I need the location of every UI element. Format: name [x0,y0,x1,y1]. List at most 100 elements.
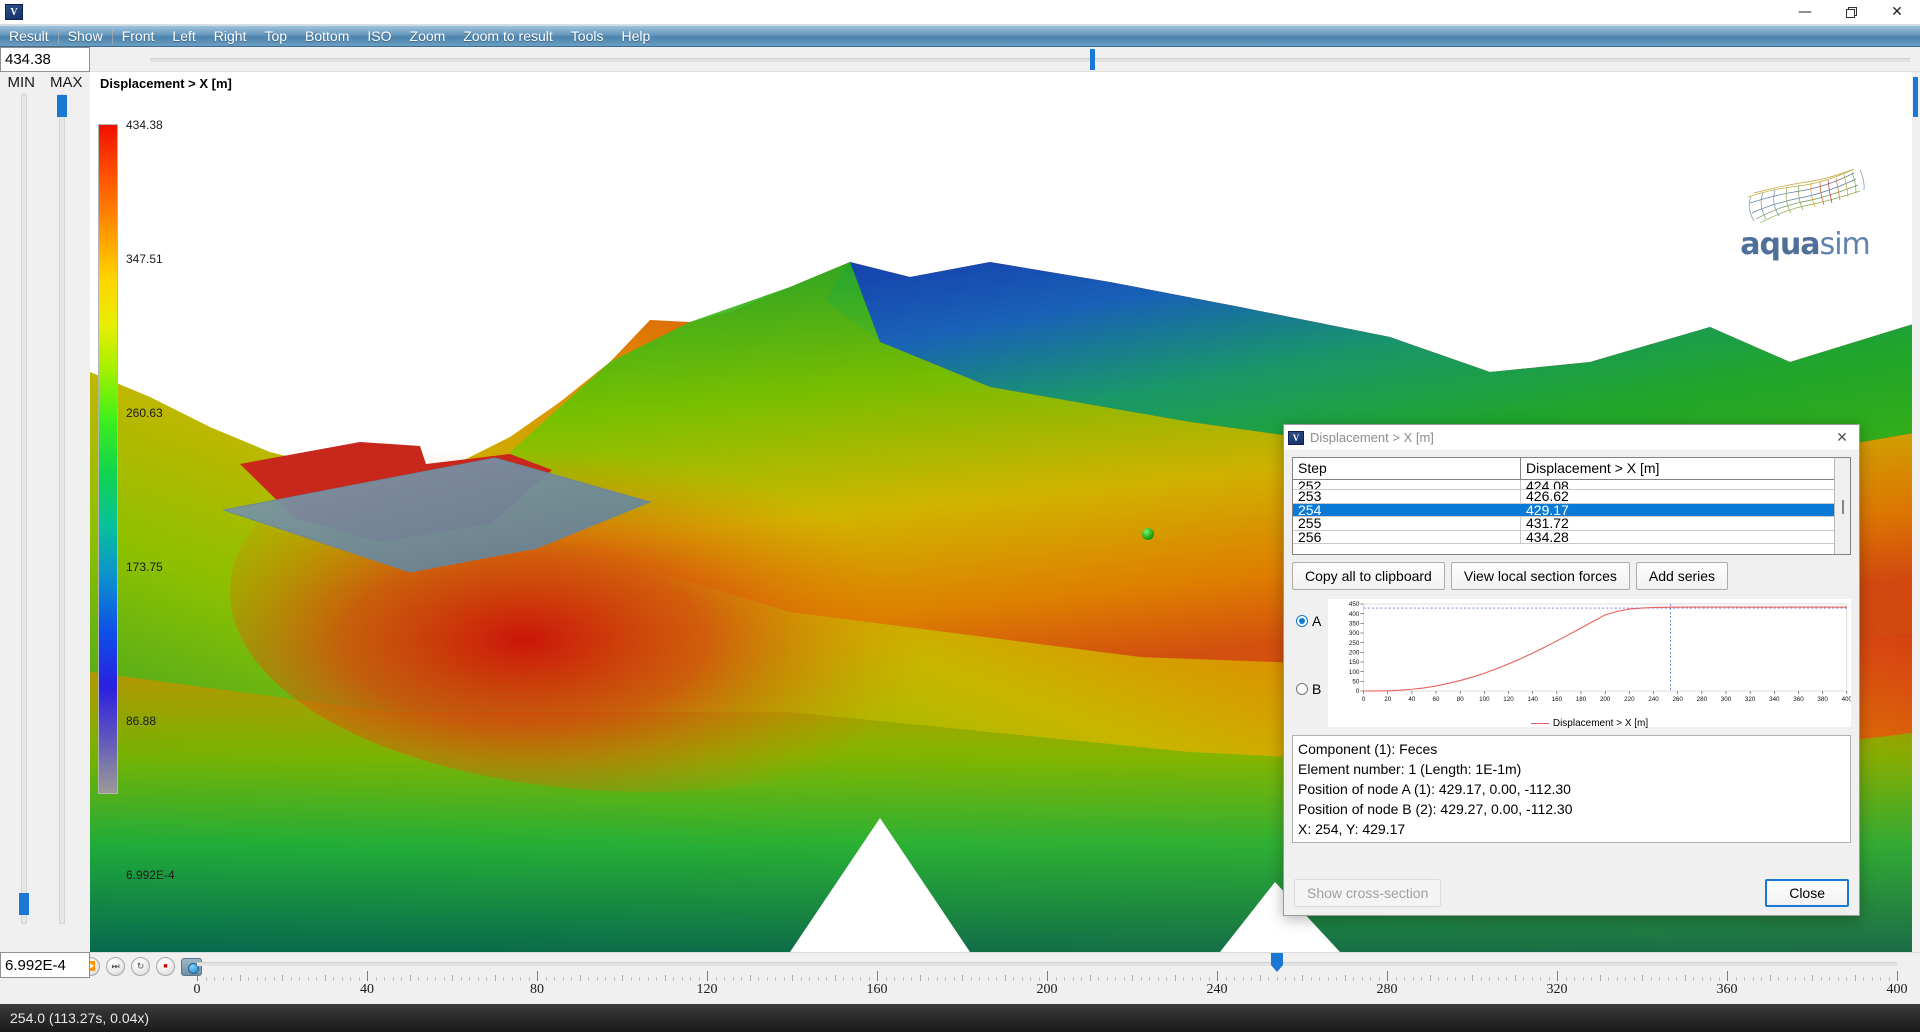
chart-x-tick-label: 280 [1697,696,1708,703]
timeline-tick [1608,977,1609,981]
chart-y-tick-label: 400 [1349,611,1360,618]
min-slider[interactable] [19,94,29,924]
max-slider[interactable] [57,94,67,924]
record-icon[interactable]: ■ [156,957,175,976]
timeline-tick [1744,977,1745,981]
timeline-tick [775,977,776,981]
top-scrollbar[interactable] [90,47,1920,72]
maximize-button[interactable] [1828,0,1874,24]
chart-x-tick-label: 80 [1457,696,1465,703]
chart-legend-label: Displacement > X [m] [1552,718,1649,729]
timeline-tick [367,971,368,981]
chart-legend-swatch [1530,722,1549,724]
timeline-tick [1854,975,1856,981]
timeline-tick [1353,977,1354,981]
radio-a-icon[interactable] [1296,615,1308,627]
timeline-tick [1208,977,1210,981]
step-table-scrollbar[interactable] [1834,458,1850,554]
timeline-tick [231,977,232,981]
cell-step: 255 [1293,516,1521,530]
timeline-tick [1081,977,1082,981]
menu-result[interactable]: Result [0,26,58,46]
timeline-tick [1506,977,1507,981]
timeline-tick [1837,977,1839,981]
show-cross-section-button[interactable]: Show cross-section [1294,879,1442,907]
radio-b-icon[interactable] [1296,683,1308,695]
loop-icon[interactable]: ↻ [131,957,150,976]
color-legend-label-1: 347.51 [126,252,163,266]
timeline-tick [1055,977,1057,981]
viewport-right-scrollbar-thumb[interactable] [1913,77,1918,117]
timeline-tick-label: 0 [193,982,201,997]
series-radio-b[interactable]: B [1296,681,1328,697]
top-scrollbar-thumb[interactable] [1090,49,1095,70]
max-slider-thumb[interactable] [57,95,67,117]
displacement-chart[interactable]: 0 50 100 150 200 250 300 350 400 450 0 20 40 60 80 100 1… [1328,599,1853,729]
info-element: Element number: 1 (Length: 1E-1m) [1298,761,1522,777]
timeline-tick [919,975,921,981]
timeline-tick [1064,977,1065,981]
displacement-dialog[interactable]: V Displacement > X [m] ✕ Step Displaceme… [1283,424,1860,916]
selected-node-marker[interactable] [1142,528,1154,540]
timeline-tick [1140,977,1142,981]
step-table[interactable]: Step Displacement > X [m] 252 424.08 253 42… [1292,457,1851,555]
dialog-action-buttons: Copy all to clipboard View local section… [1292,562,1851,590]
viewport-right-scrollbar[interactable] [1912,72,1920,952]
skip-to-end-icon[interactable]: ⏭ [106,957,125,976]
timeline-tick [860,977,861,981]
column-header-step[interactable]: Step [1293,458,1521,479]
timeline-tick-label: 120 [696,982,718,997]
close-button[interactable]: ✕ [1874,0,1920,24]
menu-zoom-to-result[interactable]: Zoom to result [454,26,561,46]
cell-value: 426.62 [1526,488,1569,504]
timeline-tick [1820,977,1822,981]
timeline-tick [537,971,538,981]
timeline-tick [1523,977,1524,981]
menu-show[interactable]: Show [59,26,112,46]
menu-iso[interactable]: ISO [358,26,400,46]
timeline-tick [1251,977,1252,981]
top-scrollbar-track[interactable] [150,58,1910,62]
table-row[interactable]: 256 434.28 [1293,530,1834,544]
chart-x-tick-label: 40 [1408,696,1416,703]
min-slider-thumb[interactable] [19,893,29,915]
column-header-value[interactable]: Displacement > X [m] [1521,458,1834,479]
menu-bottom[interactable]: Bottom [296,26,358,46]
menu-zoom[interactable]: Zoom [401,26,455,46]
timeline-tick [1897,971,1898,981]
menu-tools[interactable]: Tools [562,26,613,46]
timeline-tick [1030,977,1031,981]
min-label: MIN [7,73,35,91]
view-local-section-forces-button[interactable]: View local section forces [1450,562,1630,590]
playhead-body [1270,953,1283,965]
dialog-close-icon[interactable]: ✕ [1829,426,1855,450]
minmax-labels: MIN MAX [0,72,90,92]
timeline-tick-label: 200 [1036,982,1058,997]
menu-right[interactable]: Right [205,26,256,46]
series-radio-a[interactable]: A [1296,613,1328,629]
timeline-tick [341,977,343,981]
timeline-tick [605,977,606,981]
minimize-button[interactable]: — [1782,0,1828,24]
copy-all-to-clipboard-button[interactable]: Copy all to clipboard [1292,562,1445,590]
menu-front[interactable]: Front [113,26,164,46]
timeline-tick [1769,975,1771,981]
maximize-icon [1845,6,1857,18]
menu-top[interactable]: Top [255,26,296,46]
timeline-tick [1293,977,1295,981]
timeline-tick [1174,975,1176,981]
timeline-tick [316,977,317,981]
menu-left[interactable]: Left [163,26,204,46]
timeline-playhead[interactable] [1270,953,1283,973]
timeline-track[interactable] [197,962,1897,966]
timeline-ruler[interactable]: 0 40 80 120 160 200 240 280 320 360 400 [175,953,1920,1005]
timeline-tick [1591,977,1592,981]
max-value-field[interactable]: 434.38 [0,47,90,72]
add-series-button[interactable]: Add series [1635,562,1729,590]
close-dialog-button[interactable]: Close [1765,879,1849,907]
menu-help[interactable]: Help [612,26,659,46]
step-table-scrollbar-grip[interactable] [1842,500,1844,514]
timeline-tick [987,977,989,981]
timeline-tick [571,977,572,981]
min-value-field[interactable]: 6.992E-4 [0,952,90,978]
